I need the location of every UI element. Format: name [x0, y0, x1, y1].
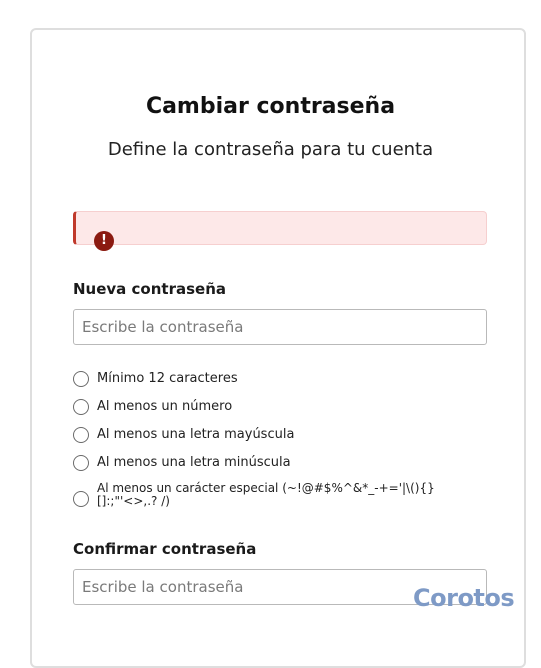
rule-special-char: Al menos un carácter especial (~!@#$%^&*… — [73, 482, 493, 518]
rule-label: Al menos una letra minúscula — [97, 455, 291, 470]
error-icon: ! — [94, 231, 114, 251]
confirm-password-label: Confirmar contraseña — [73, 540, 257, 558]
password-rules-list: Mínimo 12 caracteres Al menos un número … — [73, 370, 493, 518]
rule-number: Al menos un número — [73, 398, 493, 426]
page-subtitle: Define la contraseña para tu cuenta — [107, 139, 434, 160]
rule-status-icon — [73, 427, 89, 443]
rule-label: Al menos un número — [97, 399, 233, 414]
corotos-logo: Corotos — [413, 584, 515, 612]
error-alert: ! — [73, 211, 487, 251]
rule-status-icon — [73, 491, 89, 507]
rule-min-length: Mínimo 12 caracteres — [73, 370, 493, 398]
rule-lowercase: Al menos una letra minúscula — [73, 454, 493, 482]
rule-label: Mínimo 12 caracteres — [97, 371, 238, 386]
rule-status-icon — [73, 371, 89, 387]
new-password-input[interactable] — [73, 309, 487, 345]
rule-status-icon — [73, 399, 89, 415]
rule-label: Al menos un carácter especial (~!@#$%^&*… — [97, 481, 435, 508]
new-password-label: Nueva contraseña — [73, 280, 226, 298]
rule-uppercase: Al menos una letra mayúscula — [73, 426, 493, 454]
rule-label: Al menos una letra mayúscula — [97, 427, 295, 442]
page-title: Cambiar contraseña — [145, 94, 396, 119]
rule-status-icon — [73, 455, 89, 471]
